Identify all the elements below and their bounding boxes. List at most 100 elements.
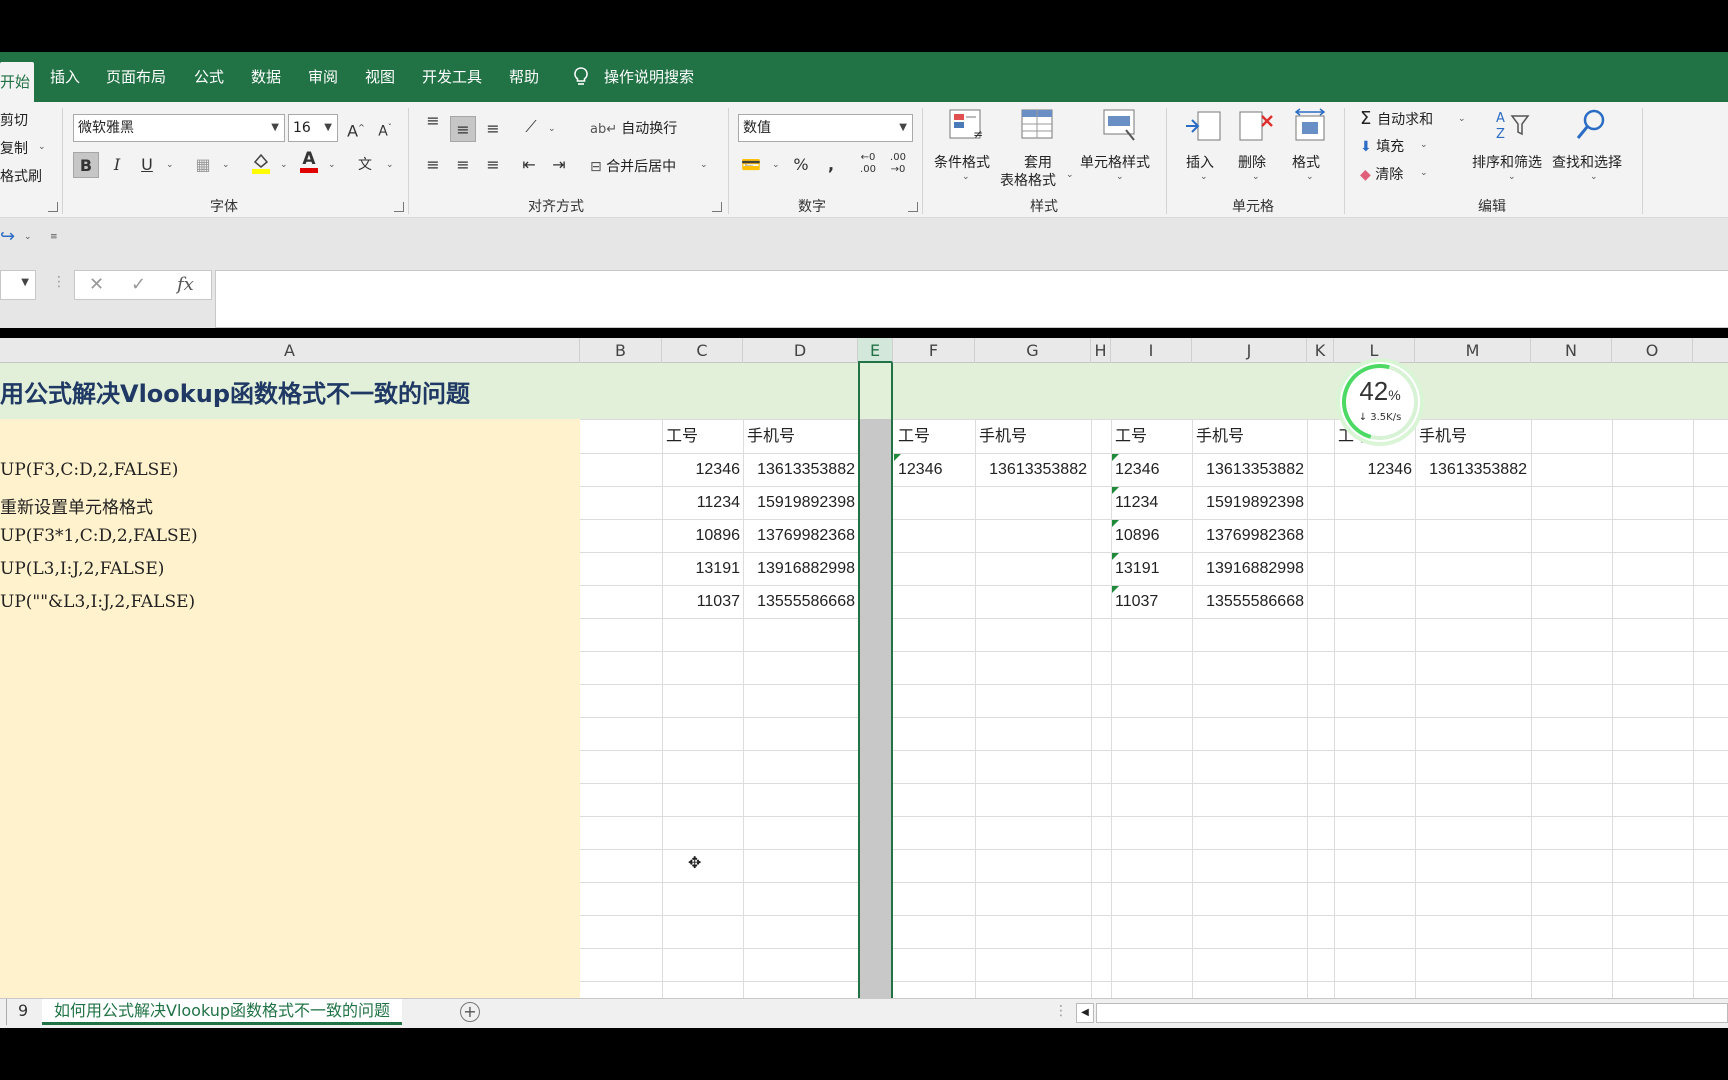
comma-style-icon[interactable]: , [818,152,844,178]
cell-g3[interactable]: 13613353882 [975,453,1087,486]
formula-note-1[interactable]: UP(F3,C:D,2,FALSE) [0,460,178,480]
align-top-icon[interactable]: ≡ [420,108,446,134]
cell-d3[interactable]: 13613353882 [743,453,855,486]
column-header-m[interactable]: M [1415,338,1531,363]
chevron-down-icon[interactable]: ⌄ [24,232,32,242]
header-d-phone[interactable]: 手机号 [747,420,795,453]
chevron-down-icon[interactable]: ⌄ [1458,114,1466,124]
network-speed-widget[interactable]: 42% ↓ 3.5K/s [1328,350,1432,454]
percent-style-icon[interactable]: % [788,152,814,178]
column-header-j[interactable]: J [1192,338,1307,363]
decrease-decimal-icon[interactable]: .00 →0 [885,152,911,178]
shrink-font-icon[interactable]: Aˇ [372,115,398,141]
cell-m3[interactable]: 13613353882 [1415,453,1527,486]
horizontal-scrollbar[interactable] [1096,1003,1728,1023]
autosum-button[interactable]: Σ 自动求和 [1360,108,1433,129]
cell-i6[interactable]: 13191 [1115,552,1160,585]
format-as-table-button[interactable]: 套用 表格格式 ⌄ [1000,108,1075,189]
find-select-button[interactable]: 查找和选择 ⌄ [1552,108,1632,188]
number-format-combo[interactable]: 数值 ▼ [738,114,913,142]
cell-i5[interactable]: 10896 [1115,519,1160,552]
column-header-c[interactable]: C [662,338,743,363]
cell-c6[interactable]: 13191 [662,552,741,585]
cell-c7[interactable]: 11037 [662,585,740,618]
align-middle-icon[interactable]: ≡ [450,116,476,142]
tab-data[interactable]: 数据 [251,52,281,102]
tab-view[interactable]: 视图 [365,52,395,102]
column-header-o[interactable]: O [1612,338,1693,363]
splitter-handle[interactable]: ⋮ [52,274,66,290]
accounting-format-icon[interactable]: 💳 [738,152,764,178]
scroll-left-button[interactable]: ◀ [1076,1003,1094,1023]
chevron-down-icon[interactable]: ⌄ [1420,140,1428,150]
borders-icon[interactable]: ▦ [190,152,216,178]
bold-button[interactable]: B [73,152,99,178]
column-header-n[interactable]: N [1531,338,1612,363]
cell-c3[interactable]: 12346 [662,453,741,486]
grow-font-icon[interactable]: A^ [343,115,369,141]
sort-filter-button[interactable]: AZ 排序和筛选 ⌄ [1472,108,1552,188]
increase-indent-icon[interactable]: ⇥ [546,152,572,178]
column-header-a[interactable]: A [0,338,580,363]
underline-button[interactable]: U [134,152,160,178]
format-painter-button[interactable]: 格式刷 [0,166,42,186]
formula-note-4[interactable]: UP(L3,I:J,2,FALSE) [0,559,164,579]
increase-decimal-icon[interactable]: ←0.00 [855,152,881,178]
header-j-phone[interactable]: 手机号 [1196,420,1244,453]
fill-button[interactable]: ⬇ 填充 [1360,136,1404,156]
cut-button[interactable]: 剪切 [0,110,28,130]
formula-input[interactable] [215,270,1728,328]
tab-page-layout[interactable]: 页面布局 [106,52,166,102]
merge-center-button[interactable]: ⊟ 合并后居中 [590,156,676,176]
cell-l3[interactable]: 12346 [1334,453,1413,486]
cell-j3[interactable]: 13613353882 [1192,453,1304,486]
cell-j6[interactable]: 13916882998 [1192,552,1304,585]
cell-d6[interactable]: 13916882998 [743,552,855,585]
chevron-down-icon[interactable]: ⌄ [548,124,556,134]
chevron-down-icon[interactable]: ⌄ [328,160,336,170]
chevron-down-icon[interactable]: ⌄ [38,142,46,152]
sheet-tab-9[interactable]: 9 [18,1001,28,1020]
orientation-icon[interactable]: ⟋ [518,114,544,140]
cell-j4[interactable]: 15919892398 [1192,486,1304,519]
formula-note-3[interactable]: UP(F3*1,C:D,2,FALSE) [0,526,198,546]
tell-me-search[interactable]: 操作说明搜索 [604,52,694,102]
column-header-i[interactable]: I [1111,338,1192,363]
tab-developer[interactable]: 开发工具 [422,52,482,102]
cell-i7[interactable]: 11037 [1115,585,1158,618]
tab-review[interactable]: 审阅 [308,52,338,102]
cell-d4[interactable]: 15919892398 [743,486,855,519]
column-header-h[interactable]: H [1091,338,1111,363]
column-header-b[interactable]: B [580,338,662,363]
dialog-launcher-icon[interactable] [48,202,58,212]
tab-formulas[interactable]: 公式 [194,52,224,102]
italic-button[interactable]: I [104,152,130,178]
chevron-down-icon[interactable]: ⌄ [166,160,174,170]
align-center-icon[interactable]: ≡ [450,152,476,178]
formula-note-2[interactable]: 重新设置单元格格式 [0,493,153,518]
column-header-d[interactable]: D [743,338,858,363]
wrap-text-button[interactable]: ab↵ 自动换行 [590,118,677,138]
cell-d5[interactable]: 13769982368 [743,519,855,552]
dialog-launcher-icon[interactable] [394,202,404,212]
chevron-down-icon[interactable]: ⌄ [386,160,394,170]
header-f-id[interactable]: 工号 [898,420,930,453]
chevron-down-icon[interactable]: ⌄ [1420,168,1428,178]
dialog-launcher-icon[interactable] [908,202,918,212]
customize-qat-icon[interactable]: ≡ [50,232,58,242]
redo-icon[interactable]: ↪ [0,226,15,247]
add-sheet-button[interactable]: + [460,1002,480,1022]
chevron-down-icon[interactable]: ⌄ [700,160,708,170]
cell-c4[interactable]: 11234 [662,486,740,519]
selected-column-e-title-cell[interactable] [858,363,893,419]
align-right-icon[interactable]: ≡ [480,152,506,178]
fill-color-icon[interactable] [248,150,274,176]
font-size-combo[interactable]: 16 ▼ [288,114,338,142]
chevron-down-icon[interactable]: ⌄ [772,160,780,170]
header-m-phone[interactable]: 手机号 [1419,420,1467,453]
cell-d7[interactable]: 13555586668 [743,585,855,618]
column-header-g[interactable]: G [975,338,1091,363]
sheet-tab-active[interactable]: 如何用公式解决Vlookup函数格式不一致的问题 [42,999,403,1025]
header-g-phone[interactable]: 手机号 [979,420,1027,453]
dialog-launcher-icon[interactable] [712,202,722,212]
